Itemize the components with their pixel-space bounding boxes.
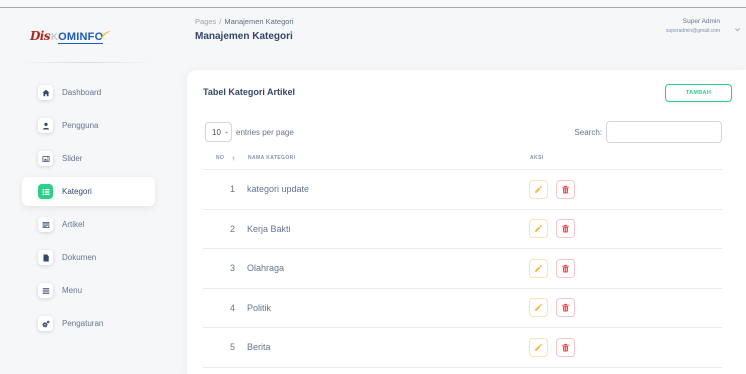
caret-down-icon <box>224 130 229 135</box>
delete-button[interactable] <box>556 258 575 278</box>
breadcrumb-current: Manajemen Kategori <box>224 17 294 26</box>
table-row: 5 Berita <box>203 328 722 368</box>
sidebar-item-label: Artikel <box>62 220 85 229</box>
edit-button[interactable] <box>529 298 548 318</box>
row-number: 5 <box>229 342 235 353</box>
category-name: Olahraga <box>247 263 285 274</box>
edit-button[interactable] <box>529 258 548 278</box>
entries-per-page-select[interactable]: 10 <box>205 122 232 142</box>
row-number: 1 <box>229 184 235 195</box>
breadcrumb-separator: / <box>219 17 222 26</box>
home-icon <box>38 85 53 100</box>
sidebar-divider <box>18 62 154 63</box>
table-row: 3 Olahraga <box>203 249 722 289</box>
edit-button[interactable] <box>529 179 548 199</box>
column-header-aksi: AKSI <box>530 155 544 161</box>
sidebar-item-label: Dokumen <box>62 253 97 262</box>
sidebar-item-label: Slider <box>62 154 83 163</box>
chevron-down-icon[interactable] <box>734 26 741 33</box>
breadcrumb-root-link[interactable]: Pages <box>195 17 216 26</box>
trash-icon <box>561 224 570 233</box>
card-title: Tabel Kategori Artikel <box>203 87 296 97</box>
sidebar-nav: Dashboard Pengguna Slider Kategori Artik… <box>22 78 155 338</box>
page-title: Manajemen Kategori <box>195 31 293 42</box>
sidebar-item-label: Menu <box>62 286 83 295</box>
column-header-label: NO <box>216 155 225 161</box>
pencil-icon <box>534 224 543 233</box>
list-icon <box>38 184 53 199</box>
table-row: 1 kategori update <box>203 170 722 210</box>
row-actions <box>529 328 575 367</box>
category-name: kategori update <box>247 184 310 195</box>
sidebar-item-label: Pengguna <box>62 121 99 130</box>
logo: Dis K OMINFO <box>30 29 112 49</box>
column-header-nama-kategori[interactable]: NAMA KATEGORI <box>248 147 295 169</box>
edit-button[interactable] <box>529 337 548 357</box>
trash-icon <box>561 185 570 194</box>
category-name: Berita <box>247 342 271 353</box>
entries-control: 10 entries per page <box>205 122 294 142</box>
sidebar-item-pengguna[interactable]: Pengguna <box>22 111 155 140</box>
trash-icon <box>561 303 570 312</box>
sidebar-item-label: Pengaturan <box>62 319 104 328</box>
search-input[interactable] <box>606 121 722 143</box>
gear-icon <box>38 316 53 331</box>
logo-text-dis: Dis <box>30 29 51 43</box>
user-name: Super Admin <box>682 18 720 25</box>
column-header-no[interactable]: NO <box>216 147 236 169</box>
row-actions <box>529 249 575 288</box>
user-icon <box>38 118 53 133</box>
row-number: 2 <box>229 223 235 234</box>
sidebar-item-label: Dashboard <box>62 88 102 97</box>
table-row: 4 Politik <box>203 289 722 328</box>
delete-button[interactable] <box>556 179 575 199</box>
entries-per-page-label: entries per page <box>236 127 294 137</box>
sidebar-item-label: Kategori <box>62 187 92 196</box>
logo-swoosh-icon <box>100 31 112 39</box>
trash-icon <box>561 343 570 352</box>
sidebar-item-dokumen[interactable]: Dokumen <box>22 243 155 272</box>
row-actions <box>529 210 575 249</box>
breadcrumb: Pages / Manajemen Kategori <box>195 17 294 26</box>
row-number: 3 <box>229 263 235 274</box>
delete-button[interactable] <box>556 337 575 357</box>
search-label: Search: <box>574 127 602 137</box>
user-menu[interactable]: Super Admin superadmin@gmail.com <box>666 18 720 34</box>
sidebar-item-menu[interactable]: Menu <box>22 276 155 305</box>
category-table-card: Tabel Kategori Artikel TAMBAH 10 entries… <box>187 70 746 374</box>
search-control: Search: <box>542 121 722 143</box>
sidebar: Dis K OMINFO Dashboard Pengguna Slider K… <box>0 8 172 374</box>
pencil-icon <box>534 343 543 352</box>
row-actions <box>529 289 575 328</box>
sidebar-item-slider[interactable]: Slider <box>22 144 155 173</box>
logo-text-k: K <box>50 32 59 43</box>
image-icon <box>38 151 53 166</box>
logo-text-ominfo: OMINFO <box>58 31 104 44</box>
file-icon <box>38 250 53 265</box>
sort-asc-icon <box>231 156 236 161</box>
sidebar-item-dashboard[interactable]: Dashboard <box>22 78 155 107</box>
row-number: 4 <box>229 302 235 313</box>
pencil-icon <box>534 303 543 312</box>
sidebar-item-artikel[interactable]: Artikel <box>22 210 155 239</box>
trash-icon <box>561 264 570 273</box>
pencil-icon <box>534 185 543 194</box>
pencil-icon <box>534 264 543 273</box>
sidebar-item-pengaturan[interactable]: Pengaturan <box>22 309 155 338</box>
entries-select-value: 10 <box>212 127 221 137</box>
table-header: NO NAMA KATEGORI AKSI <box>203 147 722 170</box>
newspaper-icon <box>38 217 53 232</box>
delete-button[interactable] <box>556 219 575 239</box>
table-row: 2 Kerja Bakti <box>203 210 722 249</box>
add-category-button[interactable]: TAMBAH <box>665 84 732 102</box>
category-table: NO NAMA KATEGORI AKSI 1 kategori update … <box>203 147 722 368</box>
delete-button[interactable] <box>556 298 575 318</box>
user-email: superadmin@gmail.com <box>666 28 720 34</box>
category-name: Kerja Bakti <box>247 223 291 234</box>
row-actions <box>529 170 575 209</box>
sidebar-item-kategori[interactable]: Kategori <box>22 177 155 206</box>
category-name: Politik <box>247 302 272 313</box>
menu-icon <box>38 283 53 298</box>
edit-button[interactable] <box>529 219 548 239</box>
